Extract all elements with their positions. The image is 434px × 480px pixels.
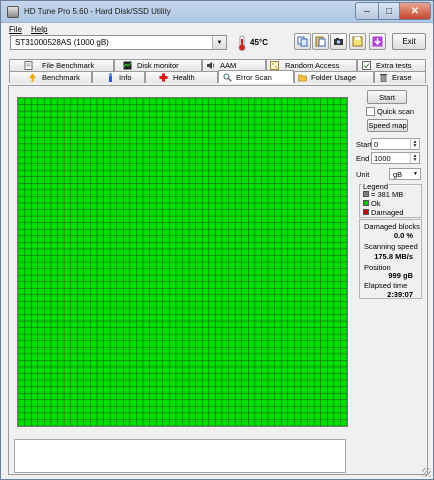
end-position-input[interactable]: 1000 ▲ ▼ [371, 152, 420, 164]
legend-label-ok: Ok [371, 199, 381, 208]
random-access-icon [270, 61, 279, 70]
copy-icon [297, 36, 308, 47]
damaged-blocks-value: 0.0 % [393, 231, 413, 240]
spinner-arrows-icon[interactable]: ▲ ▼ [410, 139, 419, 149]
drive-select[interactable]: ST31000528AS (1000 gB) ▼ [10, 35, 227, 50]
paste-button[interactable] [312, 33, 329, 50]
tab-health[interactable]: Health [145, 71, 218, 83]
tab-info[interactable]: Info [92, 71, 145, 83]
drive-select-value: ST31000528AS (1000 gB) [15, 38, 109, 47]
menu-file[interactable]: File [9, 25, 22, 34]
legend-label-damaged: Damaged [371, 208, 404, 217]
file-benchmark-icon [24, 61, 33, 70]
unit-select[interactable]: gB ▼ [389, 168, 421, 180]
legend-label-block: = 381 MB [371, 190, 404, 199]
download-button[interactable] [369, 33, 386, 50]
start-button[interactable]: Start [367, 90, 407, 104]
disk-monitor-icon [123, 61, 132, 70]
speaker-icon [207, 62, 215, 69]
tab-disk-monitor[interactable]: Disk monitor [114, 59, 202, 71]
chevron-down-icon: ▼ [212, 36, 226, 49]
tab-extra-tests[interactable]: Extra tests [357, 59, 426, 71]
download-icon [372, 36, 383, 47]
maximize-icon: □ [385, 5, 393, 17]
block-map [17, 97, 348, 427]
close-button[interactable]: ✕ [399, 2, 431, 20]
elapsed-time-label: Elapsed time [364, 281, 408, 290]
minimize-button[interactable]: – [355, 2, 379, 20]
unit-label: Unit [356, 170, 370, 179]
quick-scan-label: Quick scan [377, 107, 415, 116]
start-field-label: Start [356, 140, 372, 149]
error-scan-icon [223, 73, 232, 82]
position-value: 999 gB [388, 271, 413, 280]
tab-benchmark[interactable]: Benchmark [9, 71, 92, 83]
extra-tests-icon [362, 61, 371, 70]
tab-error-scan[interactable]: Error Scan [218, 70, 294, 83]
app-window: HD Tune Pro 5.60 - Hard Disk/SSD Utility… [0, 0, 434, 480]
quick-scan-checkbox[interactable] [366, 107, 375, 116]
menu-help[interactable]: Help [31, 25, 47, 34]
legend-swatch-ok [363, 200, 369, 206]
close-icon: ✕ [410, 5, 420, 17]
status-log [14, 439, 346, 473]
scanning-speed-value: 175.8 MB/s [374, 252, 413, 261]
end-field-label: End [356, 154, 370, 163]
legend-swatch-block [363, 191, 369, 197]
tab-file-benchmark[interactable]: File Benchmark [9, 59, 114, 71]
start-position-input[interactable]: 0 ▲ ▼ [371, 138, 420, 150]
scanning-speed-label: Scanning speed [364, 242, 418, 251]
block-map-grid [18, 98, 347, 426]
thermometer-icon [238, 35, 246, 51]
save-icon [352, 36, 363, 47]
copy-button[interactable] [294, 33, 311, 50]
maximize-button[interactable]: □ [378, 2, 400, 20]
paste-icon [315, 36, 326, 47]
folder-icon [298, 74, 307, 82]
chevron-down-icon: ▼ [413, 171, 418, 177]
window-title: HD Tune Pro 5.60 - Hard Disk/SSD Utility [24, 7, 171, 16]
tab-erase[interactable]: Erase [374, 71, 426, 83]
spinner-arrows-icon[interactable]: ▲ ▼ [410, 153, 419, 163]
save-button[interactable] [349, 33, 366, 50]
tab-folder-usage[interactable]: Folder Usage [294, 71, 374, 83]
app-icon [7, 6, 19, 18]
exit-button[interactable]: Exit [392, 33, 426, 50]
title-bar: HD Tune Pro 5.60 - Hard Disk/SSD Utility… [1, 1, 433, 23]
legend-swatch-damaged [363, 209, 369, 215]
position-label: Position [364, 263, 391, 272]
health-cross-icon [159, 73, 168, 82]
resize-grip-icon[interactable] [422, 468, 431, 477]
temperature-readout: 45°C [250, 38, 268, 47]
damaged-blocks-label: Damaged blocks [364, 222, 420, 231]
camera-button[interactable] [330, 33, 347, 50]
minimize-icon: – [364, 5, 370, 17]
trash-icon [380, 74, 387, 82]
info-icon [109, 73, 112, 82]
benchmark-icon [29, 73, 36, 82]
camera-icon [334, 38, 343, 45]
elapsed-time-value: 2:39:07 [387, 290, 413, 299]
speed-map-button[interactable]: Speed map [367, 119, 408, 132]
